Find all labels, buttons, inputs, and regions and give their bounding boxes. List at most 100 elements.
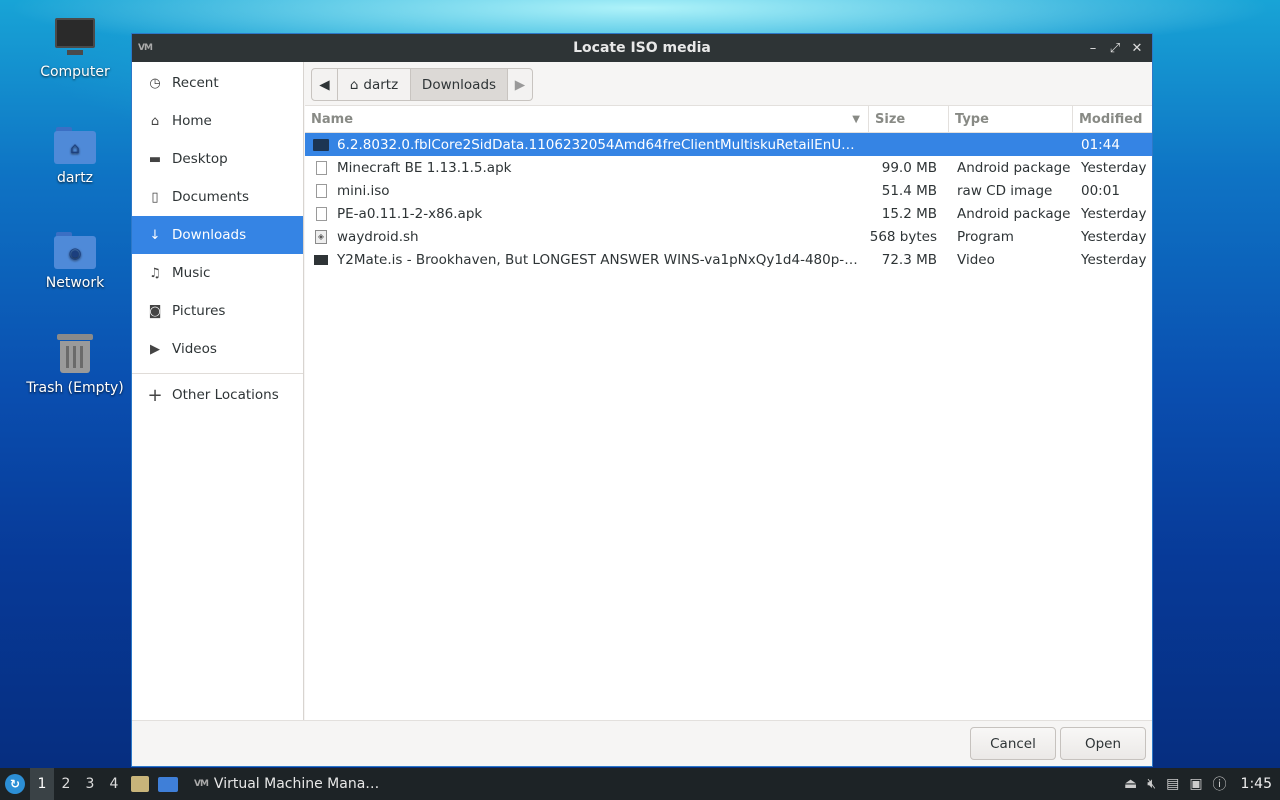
column-header-size[interactable]: Size bbox=[869, 106, 949, 132]
file-name: waydroid.sh bbox=[337, 228, 419, 245]
sidebar-item-other-locations[interactable]: + Other Locations bbox=[132, 376, 303, 414]
file-browser: ◀ ⌂ dartz Downloads ▶ Name ▼ Size Type M… bbox=[305, 62, 1152, 720]
chevron-left-icon: ◀ bbox=[319, 76, 330, 93]
file-icon bbox=[313, 160, 329, 176]
file-size: 72.3 MB bbox=[881, 251, 937, 268]
desktop-icon-trash[interactable]: Trash (Empty) bbox=[20, 332, 130, 396]
dialog-footer: Cancel Open bbox=[132, 720, 1152, 766]
sidebar-item-music[interactable]: ♫ Music bbox=[132, 254, 303, 292]
desktop-icon-label: Trash (Empty) bbox=[26, 380, 124, 396]
file-type: Android package bbox=[957, 205, 1071, 222]
music-icon: ♫ bbox=[149, 265, 161, 281]
workspace-2[interactable]: 2 bbox=[54, 768, 78, 800]
file-modified: Yesterday bbox=[1081, 205, 1147, 222]
network-icon[interactable]: ▣ bbox=[1189, 776, 1202, 792]
path-segment-home[interactable]: ⌂ dartz bbox=[338, 69, 411, 100]
cancel-button[interactable]: Cancel bbox=[970, 727, 1056, 760]
taskbar-task-virt-manager[interactable]: VM Virtual Machine Mana… bbox=[186, 768, 387, 800]
sidebar-item-label: Desktop bbox=[172, 151, 228, 167]
sidebar-item-pictures[interactable]: ◙ Pictures bbox=[132, 292, 303, 330]
file-row[interactable]: ◈ waydroid.sh 568 bytes Program Yesterday bbox=[305, 225, 1152, 248]
plus-icon: + bbox=[147, 384, 163, 406]
notification-icon[interactable]: ⓘ bbox=[1213, 774, 1227, 794]
sort-down-icon: ▼ bbox=[852, 113, 860, 125]
file-modified: Yesterday bbox=[1081, 228, 1147, 245]
column-header-label: Size bbox=[875, 111, 906, 127]
workspace-3[interactable]: 3 bbox=[78, 768, 102, 800]
video-icon: ▶ bbox=[150, 341, 160, 357]
workspace-4[interactable]: 4 bbox=[102, 768, 126, 800]
sidebar-item-label: Music bbox=[172, 265, 211, 281]
file-size: 15.2 MB bbox=[881, 205, 937, 222]
script-icon: ◈ bbox=[313, 229, 329, 245]
column-header-label: Name bbox=[311, 111, 354, 127]
file-row[interactable]: mini.iso 51.4 MB raw CD image 00:01 bbox=[305, 179, 1152, 202]
eject-icon[interactable]: ⏏ bbox=[1124, 776, 1137, 792]
home-icon: ⌂ bbox=[150, 113, 160, 129]
column-header-modified[interactable]: Modified bbox=[1073, 106, 1152, 132]
file-type: Android package bbox=[957, 159, 1071, 176]
sidebar-item-documents[interactable]: ▯ Documents bbox=[132, 178, 303, 216]
clipboard-icon[interactable]: ▤ bbox=[1166, 776, 1179, 792]
file-row[interactable]: 6.2.8032.0.fblCore2SidData.1106232054Amd… bbox=[305, 133, 1152, 156]
file-row[interactable]: Minecraft BE 1.13.1.5.apk 99.0 MB Androi… bbox=[305, 156, 1152, 179]
sidebar-item-downloads[interactable]: ↓ Downloads bbox=[132, 216, 303, 254]
home-icon: ⌂ bbox=[349, 76, 359, 93]
places-sidebar: ◷ Recent ⌂ Home ▬ Desktop ▯ Documents ↓ … bbox=[132, 62, 304, 720]
minimize-icon[interactable]: – bbox=[1084, 38, 1102, 58]
path-segment-label: Downloads bbox=[421, 76, 497, 93]
sidebar-item-label: Other Locations bbox=[172, 387, 279, 403]
desktop-icon-label: Network bbox=[45, 275, 105, 291]
folder-icon: ▬ bbox=[148, 151, 162, 167]
show-desktop-button[interactable] bbox=[154, 768, 182, 800]
file-name: mini.iso bbox=[337, 182, 390, 199]
virt-manager-icon: VM bbox=[138, 43, 153, 53]
file-modified: Yesterday bbox=[1081, 251, 1147, 268]
maximize-icon[interactable]: ⤢ bbox=[1106, 38, 1124, 58]
dialog-titlebar[interactable]: VM Locate ISO media – ⤢ ✕ bbox=[132, 34, 1152, 62]
video-file-icon bbox=[313, 252, 329, 268]
path-forward-button[interactable]: ▶ bbox=[508, 69, 532, 100]
desktop-icon-network[interactable]: ◉ Network bbox=[20, 229, 130, 291]
clock[interactable]: 1:45 bbox=[1241, 776, 1272, 792]
file-list: 6.2.8032.0.fblCore2SidData.1106232054Amd… bbox=[305, 133, 1152, 271]
column-header-name[interactable]: Name ▼ bbox=[305, 106, 869, 132]
file-row[interactable]: PE-a0.11.1-2-x86.apk 15.2 MB Android pac… bbox=[305, 202, 1152, 225]
sidebar-item-videos[interactable]: ▶ Videos bbox=[132, 330, 303, 368]
clock-icon: ◷ bbox=[149, 75, 161, 91]
sidebar-item-recent[interactable]: ◷ Recent bbox=[132, 64, 303, 102]
workspace-1[interactable]: 1 bbox=[30, 768, 54, 800]
pathbar-area: ◀ ⌂ dartz Downloads ▶ bbox=[305, 62, 1152, 106]
file-chooser-dialog: VM Locate ISO media – ⤢ ✕ ◷ Recent ⌂ Hom… bbox=[131, 33, 1153, 767]
network-folder-icon: ◉ bbox=[54, 229, 96, 269]
file-icon bbox=[313, 183, 329, 199]
home-folder-icon: ⌂ bbox=[54, 124, 96, 164]
desktop-icon-home-folder[interactable]: ⌂ dartz bbox=[20, 124, 130, 186]
file-size: 51.4 MB bbox=[881, 182, 937, 199]
sidebar-item-home[interactable]: ⌂ Home bbox=[132, 102, 303, 140]
sidebar-item-label: Downloads bbox=[172, 227, 247, 243]
trash-icon bbox=[55, 332, 95, 374]
start-menu-button[interactable]: ↻ bbox=[0, 768, 30, 800]
file-manager-launcher[interactable] bbox=[126, 768, 154, 800]
path-back-button[interactable]: ◀ bbox=[312, 69, 338, 100]
virt-manager-icon: VM bbox=[194, 779, 209, 789]
sidebar-item-label: Recent bbox=[172, 75, 219, 91]
path-segment-downloads[interactable]: Downloads bbox=[411, 69, 508, 100]
desktop-icon-computer[interactable]: Computer bbox=[20, 18, 130, 80]
close-icon[interactable]: ✕ bbox=[1128, 38, 1146, 58]
task-label: Virtual Machine Mana… bbox=[213, 776, 380, 792]
file-row[interactable]: Y2Mate.is - Brookhaven, But LONGEST ANSW… bbox=[305, 248, 1152, 271]
file-icon bbox=[313, 206, 329, 222]
camera-icon: ◙ bbox=[148, 303, 162, 319]
file-type: raw CD image bbox=[957, 182, 1053, 199]
open-button[interactable]: Open bbox=[1060, 727, 1146, 760]
chevron-right-icon: ▶ bbox=[514, 76, 526, 93]
document-icon: ▯ bbox=[151, 189, 159, 205]
download-icon: ↓ bbox=[149, 227, 161, 243]
volume-muted-icon[interactable]: 🔇︎ bbox=[1147, 776, 1156, 792]
sidebar-item-desktop[interactable]: ▬ Desktop bbox=[132, 140, 303, 178]
column-header-type[interactable]: Type bbox=[949, 106, 1073, 132]
file-size: 99.0 MB bbox=[881, 159, 937, 176]
desktop-icon bbox=[158, 776, 178, 792]
